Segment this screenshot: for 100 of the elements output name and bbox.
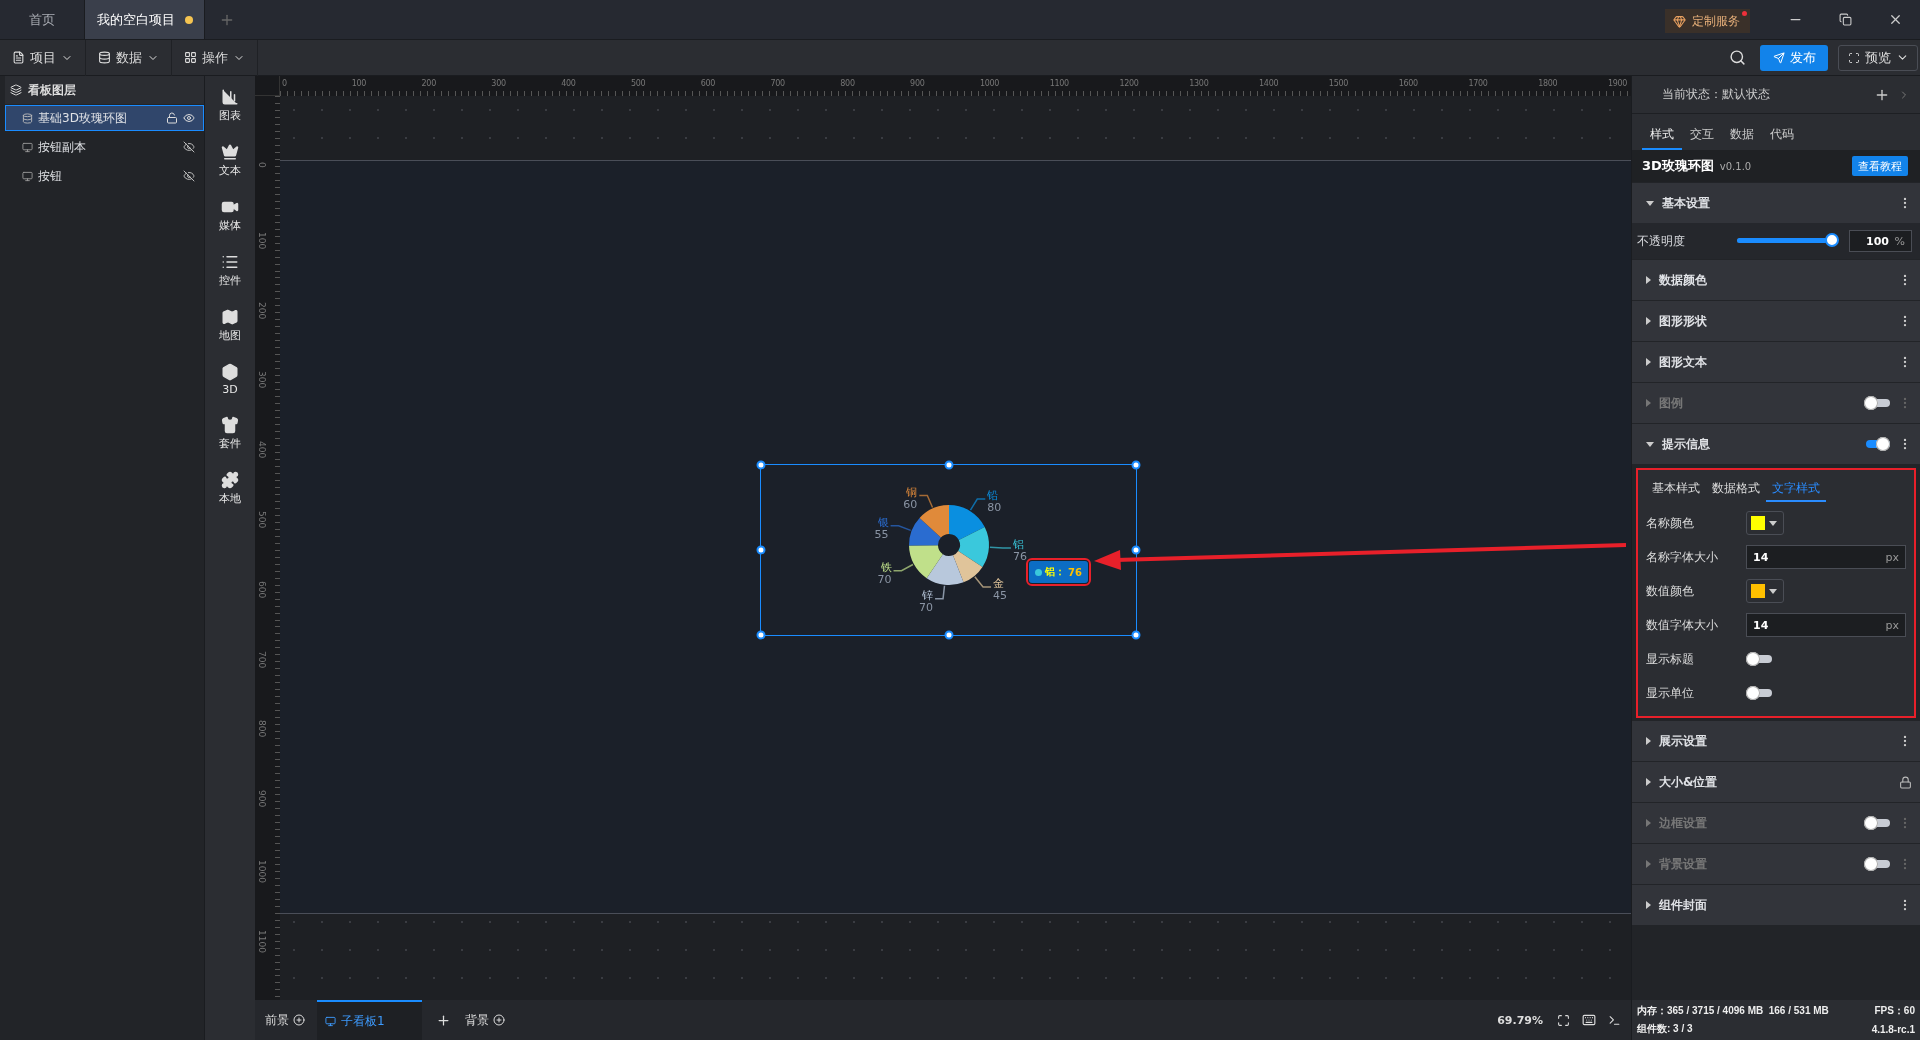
palette-item[interactable]: 文本	[219, 143, 241, 178]
chart-slice	[949, 505, 985, 541]
chart-label: 铅	[987, 489, 999, 502]
menu-button[interactable]: 项目	[0, 39, 86, 76]
palette-item[interactable]: 图表	[219, 88, 241, 123]
layer-item[interactable]: 按钮副本	[5, 134, 204, 160]
crown-icon	[221, 143, 239, 161]
ruler-label: 1700	[1468, 79, 1488, 88]
section-header[interactable]: 提示信息	[1632, 424, 1920, 464]
number-input[interactable]: 14 px	[1746, 613, 1906, 637]
number-input[interactable]: 14 px	[1746, 545, 1906, 569]
palette-item[interactable]: 3D	[221, 363, 239, 396]
panel-tab[interactable]: 代码	[1762, 120, 1802, 150]
palette-item[interactable]: 媒体	[219, 198, 241, 233]
sub-tab[interactable]: 数据格式	[1706, 476, 1766, 502]
toggle-switch[interactable]	[1864, 437, 1890, 451]
ruler-label: 1500	[1328, 79, 1348, 88]
palette-item[interactable]: 控件	[219, 253, 241, 288]
memory-stats: 内存：365 / 3715 / 4096 MB 166 / 531 MB	[1637, 1004, 1830, 1018]
layer-item[interactable]: 按钮	[5, 163, 204, 189]
lock-icon[interactable]	[1899, 775, 1912, 789]
resize-handle[interactable]	[944, 460, 953, 470]
layer-label: 前景	[264, 1011, 290, 1029]
chart-slice	[909, 545, 943, 579]
panel-title: 看板图层	[28, 81, 76, 99]
expand-icon	[1646, 276, 1651, 284]
collapse-icon	[1646, 200, 1654, 206]
section-header[interactable]: 组件封面	[1632, 885, 1920, 925]
monitor-icon	[325, 1015, 336, 1027]
ruler-label: 1400	[1259, 79, 1279, 88]
eye-off-icon[interactable]	[183, 141, 195, 153]
section-header[interactable]: 数据颜色	[1632, 260, 1920, 300]
ruler-label: 1200	[1119, 79, 1139, 88]
ruler-label: 1300	[1189, 79, 1209, 88]
toggle-switch[interactable]	[1746, 652, 1772, 666]
toggle-switch[interactable]	[1864, 396, 1890, 410]
puzzle-icon	[221, 471, 239, 489]
toggle-switch[interactable]	[1746, 686, 1772, 700]
menu-button[interactable]: 操作	[172, 39, 258, 76]
chart-value: 70	[877, 572, 892, 586]
color-picker[interactable]	[1746, 511, 1784, 535]
zoom-level: 69.79%	[1497, 1013, 1543, 1027]
section-header[interactable]: 大小&位置	[1632, 762, 1920, 802]
resize-handle[interactable]	[756, 545, 766, 555]
service-button[interactable]: 定制服务	[1665, 9, 1750, 33]
palette-item[interactable]: 套件	[219, 416, 241, 451]
unlock-icon[interactable]	[166, 112, 178, 124]
board-tab[interactable]: 子看板1	[317, 1000, 422, 1040]
ruler-label: 900	[910, 79, 925, 88]
expand-icon	[1646, 317, 1651, 325]
layer-item[interactable]: 基础3D玫瑰环图	[5, 105, 204, 131]
add-icon[interactable]	[493, 1014, 505, 1026]
panel-tab[interactable]: 数据	[1722, 120, 1762, 150]
chart-value: 76	[1012, 549, 1027, 563]
section-header[interactable]: 图形文本	[1632, 342, 1920, 382]
section-header[interactable]: 基本设置	[1632, 183, 1920, 223]
opacity-slider[interactable]	[1737, 234, 1841, 248]
resize-handle[interactable]	[1131, 545, 1141, 555]
layer-label: 背景	[465, 1011, 490, 1029]
palette-item[interactable]: 本地	[219, 471, 241, 506]
eye-icon[interactable]	[183, 112, 195, 124]
color-picker[interactable]	[1746, 579, 1784, 603]
section-header[interactable]: 图形形状	[1632, 301, 1920, 341]
ruler-label: 900	[257, 790, 267, 808]
document-tab[interactable]: 我的空白项目	[85, 0, 205, 39]
expand-icon	[1646, 737, 1651, 745]
chart-value: 45	[993, 588, 1008, 602]
eye-off-icon[interactable]	[183, 170, 195, 182]
chart-label: 锌	[922, 588, 934, 602]
preview-button[interactable]: 预览	[1838, 44, 1918, 71]
toggle-switch[interactable]	[1864, 857, 1890, 871]
ruler-label: 800	[257, 720, 267, 738]
field-label: 名称颜色	[1646, 514, 1695, 532]
ruler-label: 600	[700, 79, 716, 88]
menu-button[interactable]: 数据	[86, 39, 172, 76]
chart-value: 80	[987, 501, 1002, 514]
add-icon[interactable]	[293, 1014, 305, 1026]
sub-tab[interactable]: 基本样式	[1646, 476, 1706, 502]
ruler-label: 1800	[1538, 79, 1558, 88]
ruler-label: 1000	[979, 79, 1000, 88]
resize-handle[interactable]	[1131, 630, 1141, 640]
opacity-input[interactable]: 100 %	[1849, 230, 1912, 252]
resize-handle[interactable]	[1131, 460, 1141, 470]
ruler-label: 1100	[257, 929, 267, 953]
field-label: 显示单位	[1646, 684, 1695, 702]
resize-handle[interactable]	[944, 630, 953, 640]
field-label: 名称字体大小	[1646, 548, 1719, 566]
resize-handle[interactable]	[756, 630, 766, 640]
palette-item[interactable]: 地图	[219, 308, 241, 343]
section-header[interactable]: 展示设置	[1632, 721, 1920, 761]
layers-icon	[10, 84, 22, 96]
toggle-switch[interactable]	[1864, 816, 1890, 830]
component-name: 3D玫瑰环图	[1642, 157, 1714, 175]
publish-button[interactable]: 发布	[1760, 44, 1828, 71]
resize-handle[interactable]	[756, 460, 766, 470]
ruler-label: 0	[257, 162, 267, 168]
ruler-label: 1100	[1049, 79, 1069, 88]
sub-tab[interactable]: 文字样式	[1766, 476, 1826, 502]
tutorial-button[interactable]: 查看教程	[1852, 156, 1908, 176]
panel-tab[interactable]: 交互	[1682, 120, 1722, 150]
